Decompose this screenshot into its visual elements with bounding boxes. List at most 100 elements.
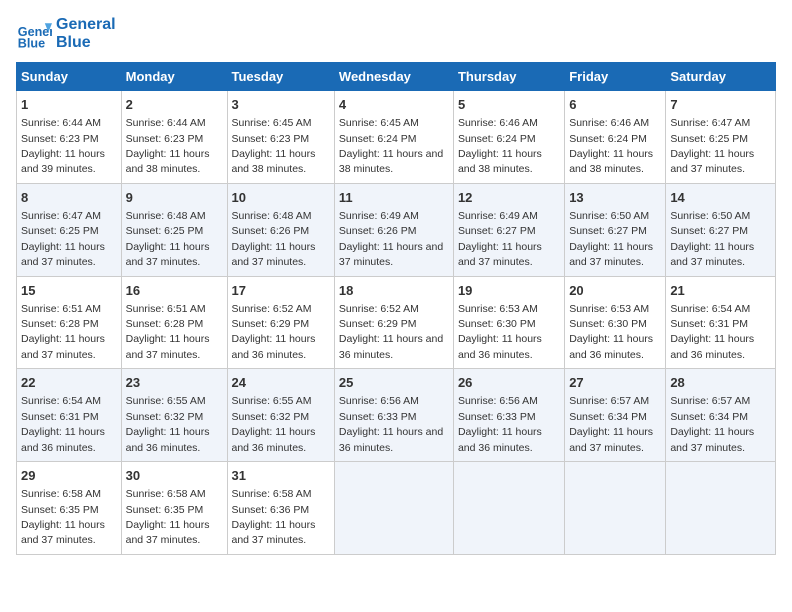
calendar-cell: 28 Sunrise: 6:57 AMSunset: 6:34 PMDayligh…	[666, 369, 776, 462]
day-number: 5	[458, 96, 560, 114]
day-number: 21	[670, 282, 771, 300]
day-info: Sunrise: 6:52 AMSunset: 6:29 PMDaylight:…	[232, 303, 316, 361]
calendar-week-row: 8Sunrise: 6:47 AMSunset: 6:25 PMDaylight…	[17, 183, 776, 276]
day-info: Sunrise: 6:54 AMSunset: 6:31 PMDaylight:…	[21, 395, 105, 453]
day-info: Sunrise: 6:45 AMSunset: 6:24 PMDaylight:…	[339, 117, 443, 175]
day-number: 24	[232, 374, 330, 392]
day-info: Sunrise: 6:58 AMSunset: 6:36 PMDaylight:…	[232, 488, 316, 546]
calendar-cell: 26Sunrise: 6:56 AMSunset: 6:33 PMDayligh…	[453, 369, 564, 462]
day-number: 13	[569, 189, 661, 207]
calendar-cell	[453, 462, 564, 555]
calendar-cell: 9Sunrise: 6:48 AMSunset: 6:25 PMDaylight…	[121, 183, 227, 276]
day-number: 18	[339, 282, 449, 300]
calendar-cell	[334, 462, 453, 555]
day-info: Sunrise: 6:56 AMSunset: 6:33 PMDaylight:…	[458, 395, 542, 453]
calendar-cell: 23 Sunrise: 6:55 AMSunset: 6:32 PMDayligh…	[121, 369, 227, 462]
calendar-cell: 29 Sunrise: 6:58 AMSunset: 6:35 PMDayligh…	[17, 462, 122, 555]
calendar-week-row: 29 Sunrise: 6:58 AMSunset: 6:35 PMDayligh…	[17, 462, 776, 555]
logo-text: GeneralBlue	[56, 16, 116, 51]
calendar-cell: 8Sunrise: 6:47 AMSunset: 6:25 PMDaylight…	[17, 183, 122, 276]
day-number: 9	[126, 189, 223, 207]
day-number: 14	[670, 189, 771, 207]
day-number: 12	[458, 189, 560, 207]
day-info: Sunrise: 6:58 AMSunset: 6:35 PMDaylight:…	[21, 488, 105, 546]
logo: General Blue GeneralBlue	[16, 16, 116, 52]
calendar-cell: 5 Sunrise: 6:46 AMSunset: 6:24 PMDaylight…	[453, 91, 564, 184]
day-info: Sunrise: 6:55 AMSunset: 6:32 PMDaylight:…	[126, 395, 210, 453]
calendar-cell: 19 Sunrise: 6:53 AMSunset: 6:30 PMDayligh…	[453, 276, 564, 369]
calendar-week-row: 22 Sunrise: 6:54 AMSunset: 6:31 PMDayligh…	[17, 369, 776, 462]
calendar-cell: 14 Sunrise: 6:50 AMSunset: 6:27 PMDayligh…	[666, 183, 776, 276]
calendar-cell: 10 Sunrise: 6:48 AMSunset: 6:26 PMDayligh…	[227, 183, 334, 276]
calendar-cell: 7 Sunrise: 6:47 AMSunset: 6:25 PMDaylight…	[666, 91, 776, 184]
day-number: 10	[232, 189, 330, 207]
calendar-cell: 3 Sunrise: 6:45 AMSunset: 6:23 PMDaylight…	[227, 91, 334, 184]
calendar-cell: 11 Sunrise: 6:49 AMSunset: 6:26 PMDayligh…	[334, 183, 453, 276]
day-number: 22	[21, 374, 117, 392]
calendar-header-row: SundayMondayTuesdayWednesdayThursdayFrid…	[17, 63, 776, 91]
calendar-cell: 13Sunrise: 6:50 AMSunset: 6:27 PMDayligh…	[565, 183, 666, 276]
day-info: Sunrise: 6:58 AMSunset: 6:35 PMDaylight:…	[126, 488, 210, 546]
day-number: 28	[670, 374, 771, 392]
column-header-thursday: Thursday	[453, 63, 564, 91]
day-number: 6	[569, 96, 661, 114]
column-header-friday: Friday	[565, 63, 666, 91]
day-info: Sunrise: 6:46 AMSunset: 6:24 PMDaylight:…	[458, 117, 542, 175]
calendar-cell	[666, 462, 776, 555]
calendar-cell: 15 Sunrise: 6:51 AMSunset: 6:28 PMDayligh…	[17, 276, 122, 369]
column-header-tuesday: Tuesday	[227, 63, 334, 91]
page-header: General Blue GeneralBlue	[16, 16, 776, 52]
day-number: 8	[21, 189, 117, 207]
calendar-cell: 21Sunrise: 6:54 AMSunset: 6:31 PMDayligh…	[666, 276, 776, 369]
column-header-saturday: Saturday	[666, 63, 776, 91]
calendar-cell: 12 Sunrise: 6:49 AMSunset: 6:27 PMDayligh…	[453, 183, 564, 276]
day-number: 4	[339, 96, 449, 114]
calendar-table: SundayMondayTuesdayWednesdayThursdayFrid…	[16, 62, 776, 555]
calendar-cell: 18Sunrise: 6:52 AMSunset: 6:29 PMDayligh…	[334, 276, 453, 369]
column-header-wednesday: Wednesday	[334, 63, 453, 91]
calendar-week-row: 15 Sunrise: 6:51 AMSunset: 6:28 PMDayligh…	[17, 276, 776, 369]
calendar-cell: 17 Sunrise: 6:52 AMSunset: 6:29 PMDayligh…	[227, 276, 334, 369]
logo-icon: General Blue	[16, 16, 52, 52]
day-info: Sunrise: 6:47 AMSunset: 6:25 PMDaylight:…	[670, 117, 754, 175]
day-info: Sunrise: 6:45 AMSunset: 6:23 PMDaylight:…	[232, 117, 316, 175]
column-header-monday: Monday	[121, 63, 227, 91]
calendar-cell: 4 Sunrise: 6:45 AMSunset: 6:24 PMDaylight…	[334, 91, 453, 184]
day-number: 20	[569, 282, 661, 300]
day-info: Sunrise: 6:51 AMSunset: 6:28 PMDaylight:…	[126, 303, 210, 361]
calendar-cell: 6 Sunrise: 6:46 AMSunset: 6:24 PMDaylight…	[565, 91, 666, 184]
day-info: Sunrise: 6:50 AMSunset: 6:27 PMDaylight:…	[670, 210, 754, 268]
calendar-cell: 1Sunrise: 6:44 AMSunset: 6:23 PMDaylight…	[17, 91, 122, 184]
calendar-cell: 31 Sunrise: 6:58 AMSunset: 6:36 PMDayligh…	[227, 462, 334, 555]
day-info: Sunrise: 6:51 AMSunset: 6:28 PMDaylight:…	[21, 303, 105, 361]
day-number: 11	[339, 189, 449, 207]
day-info: Sunrise: 6:57 AMSunset: 6:34 PMDaylight:…	[670, 395, 754, 453]
calendar-cell: 16Sunrise: 6:51 AMSunset: 6:28 PMDayligh…	[121, 276, 227, 369]
day-info: Sunrise: 6:55 AMSunset: 6:32 PMDaylight:…	[232, 395, 316, 453]
day-info: Sunrise: 6:53 AMSunset: 6:30 PMDaylight:…	[458, 303, 542, 361]
day-number: 19	[458, 282, 560, 300]
day-number: 7	[670, 96, 771, 114]
day-info: Sunrise: 6:57 AMSunset: 6:34 PMDaylight:…	[569, 395, 653, 453]
day-number: 23	[126, 374, 223, 392]
calendar-body: 1Sunrise: 6:44 AMSunset: 6:23 PMDaylight…	[17, 91, 776, 555]
calendar-cell: 2Sunrise: 6:44 AMSunset: 6:23 PMDaylight…	[121, 91, 227, 184]
calendar-cell: 30 Sunrise: 6:58 AMSunset: 6:35 PMDayligh…	[121, 462, 227, 555]
calendar-cell: 20 Sunrise: 6:53 AMSunset: 6:30 PMDayligh…	[565, 276, 666, 369]
day-number: 31	[232, 467, 330, 485]
day-number: 27	[569, 374, 661, 392]
day-info: Sunrise: 6:44 AMSunset: 6:23 PMDaylight:…	[126, 117, 210, 175]
day-number: 30	[126, 467, 223, 485]
day-number: 17	[232, 282, 330, 300]
calendar-cell: 25Sunrise: 6:56 AMSunset: 6:33 PMDayligh…	[334, 369, 453, 462]
day-info: Sunrise: 6:48 AMSunset: 6:26 PMDaylight:…	[232, 210, 316, 268]
day-info: Sunrise: 6:49 AMSunset: 6:26 PMDaylight:…	[339, 210, 443, 268]
day-info: Sunrise: 6:44 AMSunset: 6:23 PMDaylight:…	[21, 117, 105, 175]
day-number: 29	[21, 467, 117, 485]
column-header-sunday: Sunday	[17, 63, 122, 91]
day-info: Sunrise: 6:49 AMSunset: 6:27 PMDaylight:…	[458, 210, 542, 268]
day-info: Sunrise: 6:53 AMSunset: 6:30 PMDaylight:…	[569, 303, 653, 361]
day-info: Sunrise: 6:46 AMSunset: 6:24 PMDaylight:…	[569, 117, 653, 175]
day-number: 3	[232, 96, 330, 114]
day-number: 15	[21, 282, 117, 300]
